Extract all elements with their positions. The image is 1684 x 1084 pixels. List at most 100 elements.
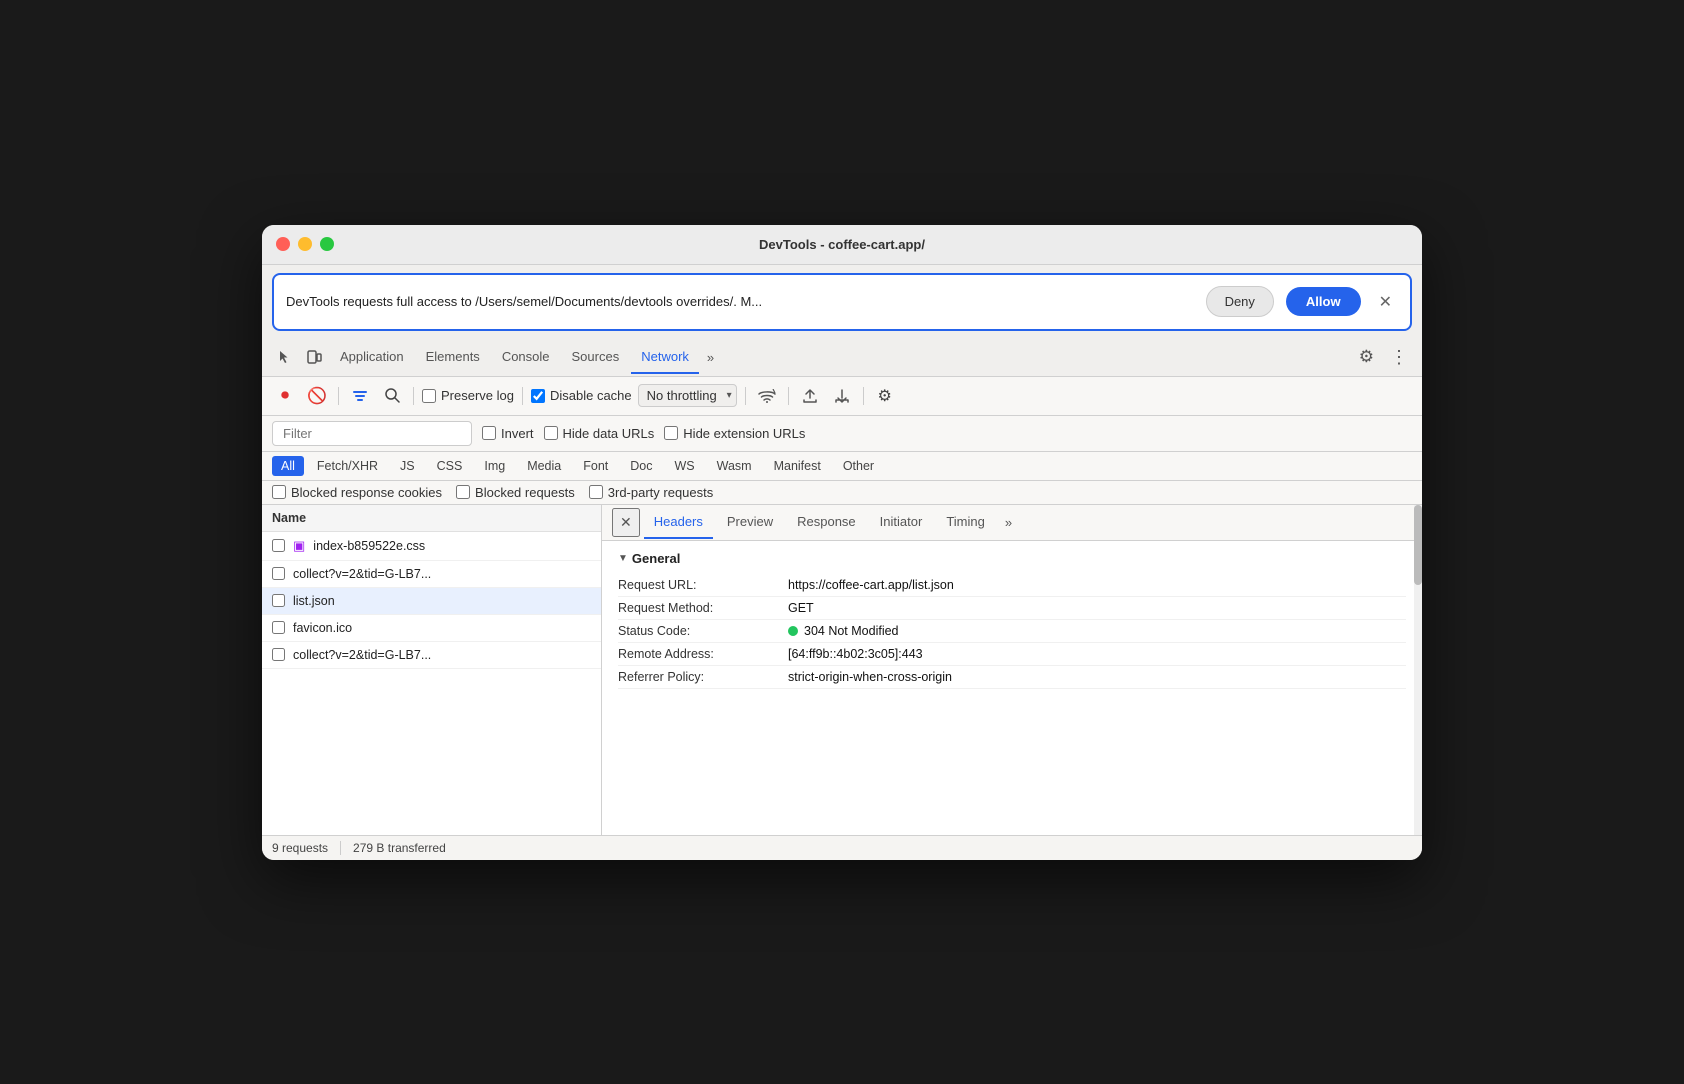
detail-more-tabs-button[interactable]: » xyxy=(999,511,1018,534)
type-filter-fetch-xhr[interactable]: Fetch/XHR xyxy=(308,456,387,476)
type-filter-js[interactable]: JS xyxy=(391,456,424,476)
invert-label[interactable]: Invert xyxy=(482,426,534,441)
filter-icon[interactable] xyxy=(347,383,373,409)
detail-panel: ✕ Headers Preview Response Initiator Tim… xyxy=(602,505,1422,835)
file-item-css[interactable]: ▣ index-b859522e.css xyxy=(262,532,601,561)
toolbar-separator-4 xyxy=(745,387,746,405)
hide-ext-urls-label[interactable]: Hide extension URLs xyxy=(664,426,805,441)
menu-icon[interactable]: ⋮ xyxy=(1384,343,1414,372)
device-icon[interactable] xyxy=(300,343,328,371)
type-filter-other[interactable]: Other xyxy=(834,456,883,476)
search-icon[interactable] xyxy=(379,383,405,409)
blocked-row: Blocked response cookies Blocked request… xyxy=(262,481,1422,505)
tab-elements[interactable]: Elements xyxy=(416,341,490,374)
type-filter-all[interactable]: All xyxy=(272,456,304,476)
hide-ext-urls-checkbox[interactable] xyxy=(664,426,678,440)
tab-sources[interactable]: Sources xyxy=(562,341,630,374)
deny-button[interactable]: Deny xyxy=(1206,286,1274,317)
file-checkbox-collect1[interactable] xyxy=(272,567,285,580)
blocked-cookies-checkbox[interactable] xyxy=(272,485,286,499)
blocked-requests-label[interactable]: Blocked requests xyxy=(456,485,575,500)
throttle-wrapper: No throttling ▾ xyxy=(638,384,737,407)
file-checkbox-list-json[interactable] xyxy=(272,594,285,607)
tab-console[interactable]: Console xyxy=(492,341,560,374)
filter-row: Invert Hide data URLs Hide extension URL… xyxy=(262,416,1422,452)
download-icon[interactable] xyxy=(829,383,855,409)
devtools-tabs: Application Elements Console Sources Net… xyxy=(262,339,1422,377)
preserve-log-label[interactable]: Preserve log xyxy=(422,388,514,403)
traffic-lights xyxy=(276,237,334,251)
type-filter-wasm[interactable]: Wasm xyxy=(708,456,761,476)
permission-text: DevTools requests full access to /Users/… xyxy=(286,294,1194,309)
allow-button[interactable]: Allow xyxy=(1286,287,1361,316)
file-name-favicon: favicon.ico xyxy=(293,621,352,635)
detail-content: ▼ General Request URL: https://coffee-ca… xyxy=(602,541,1422,707)
maximize-button[interactable] xyxy=(320,237,334,251)
hide-data-urls-checkbox[interactable] xyxy=(544,426,558,440)
file-item-collect2[interactable]: collect?v=2&tid=G-LB7... xyxy=(262,642,601,669)
detail-tab-headers[interactable]: Headers xyxy=(644,506,713,539)
type-filter-manifest[interactable]: Manifest xyxy=(765,456,830,476)
titlebar: DevTools - coffee-cart.app/ xyxy=(262,225,1422,265)
toolbar-separator-1 xyxy=(338,387,339,405)
network-settings-icon[interactable]: ⚙ xyxy=(872,383,898,409)
detail-row-remote-address: Remote Address: [64:ff9b::4b02:3c05]:443 xyxy=(618,643,1406,666)
file-item-list-json[interactable]: list.json xyxy=(262,588,601,615)
type-filter-media[interactable]: Media xyxy=(518,456,570,476)
type-filter-css[interactable]: CSS xyxy=(428,456,472,476)
wifi-icon[interactable] xyxy=(754,383,780,409)
preserve-log-checkbox[interactable] xyxy=(422,389,436,403)
detail-tab-response[interactable]: Response xyxy=(787,506,866,539)
footer: 9 requests 279 B transferred xyxy=(262,835,1422,860)
invert-checkbox[interactable] xyxy=(482,426,496,440)
third-party-label[interactable]: 3rd-party requests xyxy=(589,485,714,500)
toolbar-separator-6 xyxy=(863,387,864,405)
file-item-collect1[interactable]: collect?v=2&tid=G-LB7... xyxy=(262,561,601,588)
throttle-select[interactable]: No throttling xyxy=(638,384,737,407)
file-list-header: Name xyxy=(262,505,601,532)
filter-input[interactable] xyxy=(272,421,472,446)
file-name-collect1: collect?v=2&tid=G-LB7... xyxy=(293,567,431,581)
file-checkbox-favicon[interactable] xyxy=(272,621,285,634)
detail-close-button[interactable]: ✕ xyxy=(612,508,640,537)
record-button[interactable]: ⏺ xyxy=(272,383,298,409)
footer-transferred: 279 B transferred xyxy=(353,841,446,855)
file-item-favicon[interactable]: favicon.ico xyxy=(262,615,601,642)
tab-application[interactable]: Application xyxy=(330,341,414,374)
upload-icon[interactable] xyxy=(797,383,823,409)
more-tabs-button[interactable]: » xyxy=(701,346,720,369)
detail-tab-initiator[interactable]: Initiator xyxy=(870,506,933,539)
third-party-checkbox[interactable] xyxy=(589,485,603,499)
type-filter-ws[interactable]: WS xyxy=(665,456,703,476)
detail-row-referrer-policy: Referrer Policy: strict-origin-when-cros… xyxy=(618,666,1406,689)
disable-cache-checkbox[interactable] xyxy=(531,389,545,403)
triangle-icon: ▼ xyxy=(618,553,628,564)
file-name-css: index-b859522e.css xyxy=(313,539,425,553)
detail-tab-timing[interactable]: Timing xyxy=(936,506,995,539)
type-filter-img[interactable]: Img xyxy=(475,456,514,476)
type-filter-font[interactable]: Font xyxy=(574,456,617,476)
tab-network[interactable]: Network xyxy=(631,341,699,374)
file-list: Name ▣ index-b859522e.css collect?v=2&ti… xyxy=(262,505,602,835)
scrollbar-thumb[interactable] xyxy=(1414,505,1422,585)
blocked-requests-checkbox[interactable] xyxy=(456,485,470,499)
general-section: ▼ General Request URL: https://coffee-ca… xyxy=(618,551,1406,689)
network-toolbar: ⏺ 🚫 Preserve log Disable cache No throt xyxy=(262,377,1422,416)
hide-data-urls-label[interactable]: Hide data URLs xyxy=(544,426,655,441)
permission-close-button[interactable]: ✕ xyxy=(1373,288,1398,316)
file-checkbox-css[interactable] xyxy=(272,539,285,552)
minimize-button[interactable] xyxy=(298,237,312,251)
close-button[interactable] xyxy=(276,237,290,251)
disable-cache-label[interactable]: Disable cache xyxy=(531,388,632,403)
file-name-list-json: list.json xyxy=(293,594,335,608)
cursor-icon[interactable] xyxy=(270,343,298,371)
clear-button[interactable]: 🚫 xyxy=(304,383,330,409)
type-filter-doc[interactable]: Doc xyxy=(621,456,661,476)
css-icon: ▣ xyxy=(293,538,305,554)
detail-tab-preview[interactable]: Preview xyxy=(717,506,783,539)
settings-icon[interactable]: ⚙ xyxy=(1351,343,1382,371)
file-checkbox-collect2[interactable] xyxy=(272,648,285,661)
scrollbar-track[interactable] xyxy=(1414,505,1422,835)
detail-row-url: Request URL: https://coffee-cart.app/lis… xyxy=(618,574,1406,597)
blocked-cookies-label[interactable]: Blocked response cookies xyxy=(272,485,442,500)
